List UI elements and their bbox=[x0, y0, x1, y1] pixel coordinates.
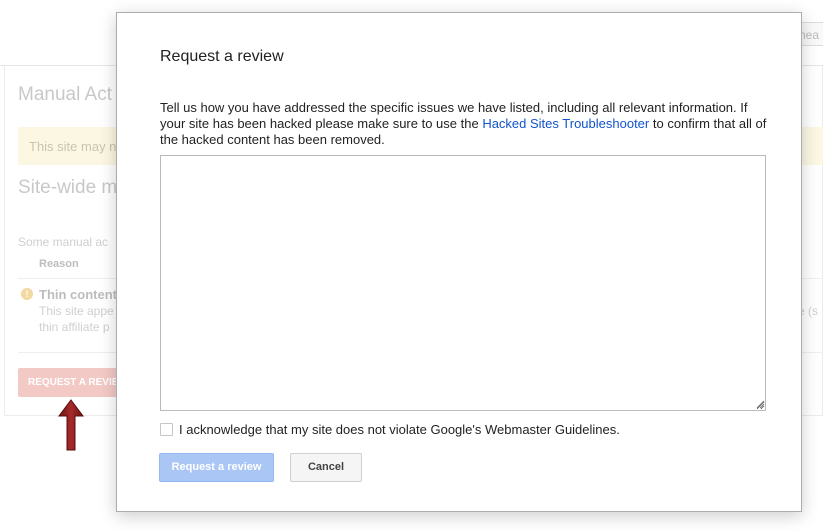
submit-request-review-button[interactable]: Request a review bbox=[159, 453, 274, 482]
reason-column-header: Reason bbox=[39, 258, 79, 270]
acknowledge-row[interactable]: I acknowledge that my site does not viol… bbox=[160, 422, 620, 437]
request-review-dialog: Request a review Tell us how you have ad… bbox=[116, 12, 802, 512]
warning-banner-text: This site may n bbox=[29, 139, 117, 154]
resize-handle-icon[interactable] bbox=[755, 399, 765, 409]
cancel-button[interactable]: Cancel bbox=[290, 453, 362, 482]
review-details-textarea[interactable] bbox=[160, 155, 766, 411]
dialog-title: Request a review bbox=[160, 48, 284, 65]
arrow-up-icon bbox=[58, 399, 84, 451]
issue-title: Thin content bbox=[39, 287, 117, 302]
dialog-description: Tell us how you have addressed the speci… bbox=[160, 100, 770, 148]
hacked-sites-troubleshooter-link[interactable]: Hacked Sites Troubleshooter bbox=[482, 116, 649, 131]
section-intro: Some manual ac bbox=[18, 235, 109, 249]
warning-icon: ! bbox=[21, 288, 33, 300]
acknowledge-label: I acknowledge that my site does not viol… bbox=[179, 422, 620, 437]
section-title: Site-wide m bbox=[18, 177, 118, 198]
page-title: Manual Act bbox=[18, 84, 112, 105]
acknowledge-checkbox[interactable] bbox=[160, 423, 173, 436]
issue-description-line1: This site appe bbox=[39, 304, 114, 318]
issue-description-line2: thin affiliate p bbox=[39, 320, 110, 334]
